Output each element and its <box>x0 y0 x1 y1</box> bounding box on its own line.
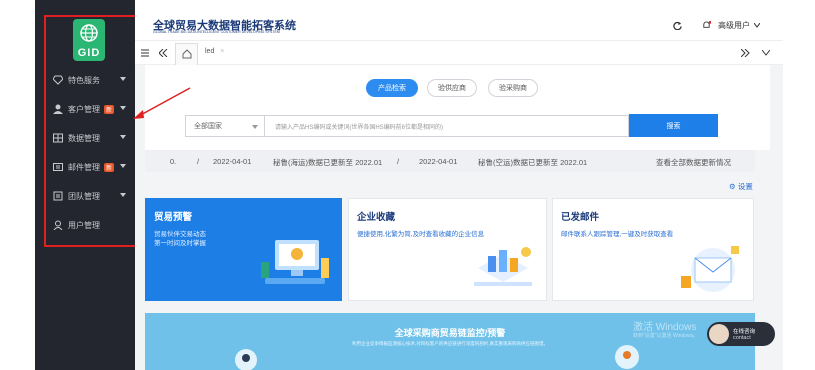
update-date: 2022-04-01 <box>419 157 458 166</box>
company-favorites-illustration <box>474 247 532 286</box>
tab-verify-supplier[interactable]: 验供应商 <box>427 79 477 97</box>
app-subtitle: GLOBAL TRADE BIG DATA INTELLIGENT CUSTOM… <box>153 30 280 34</box>
bell-icon[interactable] <box>702 21 711 30</box>
tab-led[interactable]: led × <box>205 48 224 55</box>
country-select[interactable]: 全部国家 <box>185 115 265 137</box>
left-margin <box>0 0 35 370</box>
banner-avatar-icon <box>615 345 639 369</box>
top-bar: 全球贸易大数据智能拓客系统 GLOBAL TRADE BIG DATA INTE… <box>135 0 783 40</box>
app-window: GID 特色服务 客户管理 新 数据管理 邮件管理 新 团队管理 用户管理 全球… <box>35 0 783 370</box>
double-chevron-left-icon[interactable] <box>159 49 168 57</box>
main-area: 全球贸易大数据智能拓客系统 GLOBAL TRADE BIG DATA INTE… <box>135 0 783 370</box>
tab-bar: led × <box>135 40 783 65</box>
tab-verify-buyer[interactable]: 验采购商 <box>488 79 538 97</box>
gear-icon: ⚙ <box>729 182 736 191</box>
tab-product-search[interactable]: 产品检索 <box>366 79 418 97</box>
card-company-favorites[interactable]: 企业收藏 便捷使用,化繁为简,及时查看收藏的企业信息 <box>348 198 547 301</box>
view-all-updates-link[interactable]: 查看全部数据更新情况 <box>656 157 731 168</box>
search-panel: 产品检索 验供应商 验采购商 全部国家 请输入产品HS编码或关键词(世界各国HS… <box>145 65 770 150</box>
menu-toggle-icon[interactable] <box>141 49 149 57</box>
double-chevron-right-icon[interactable] <box>741 49 750 57</box>
home-icon <box>182 49 192 59</box>
chevron-down-icon[interactable] <box>762 50 770 56</box>
sent-mail-illustration <box>681 246 739 292</box>
sidebar: GID 特色服务 客户管理 新 数据管理 邮件管理 新 团队管理 用户管理 <box>35 0 144 370</box>
search-button[interactable]: 搜索 <box>629 114 718 137</box>
banner-avatar-icon <box>235 349 257 370</box>
update-text[interactable]: 秘鲁(海运)数据已更新至 2022.01 <box>273 157 382 168</box>
agent-avatar <box>709 324 729 344</box>
data-update-ticker: 0. / 2022-04-01 秘鲁(海运)数据已更新至 2022.01 / 2… <box>145 150 755 172</box>
chevron-down-icon[interactable] <box>754 23 760 28</box>
windows-activation-hint: 转到"设置"以激活 Windows。 <box>633 333 699 339</box>
settings-link[interactable]: ⚙ 设置 <box>729 181 753 192</box>
search-input[interactable]: 请输入产品HS编码或关键词(世界各国HS编码前6位都是相同的) <box>265 115 629 137</box>
windows-activation-watermark: 激活 Windows <box>633 322 697 333</box>
refresh-icon[interactable] <box>673 21 682 30</box>
annotation-highlight-box <box>44 15 144 247</box>
online-consult-button[interactable]: 在线咨询 contact <box>707 322 775 346</box>
caret-down-icon <box>252 125 258 129</box>
update-text[interactable]: 秘鲁(空运)数据已更新至 2022.01 <box>478 157 587 168</box>
close-tab-icon[interactable]: × <box>220 48 224 55</box>
update-date: 2022-04-01 <box>213 157 252 166</box>
right-margin <box>783 0 815 370</box>
trade-alert-illustration <box>261 240 329 284</box>
card-trade-alert[interactable]: 贸易预警 贸易伙伴交易动态 第一时间及时掌握 <box>145 198 342 301</box>
tab-home[interactable] <box>175 43 198 65</box>
user-menu[interactable]: 高级用户 <box>718 20 750 31</box>
card-sent-mail[interactable]: 已发邮件 邮件联系人跟踪管理,一键及时获取查看 <box>552 198 754 301</box>
